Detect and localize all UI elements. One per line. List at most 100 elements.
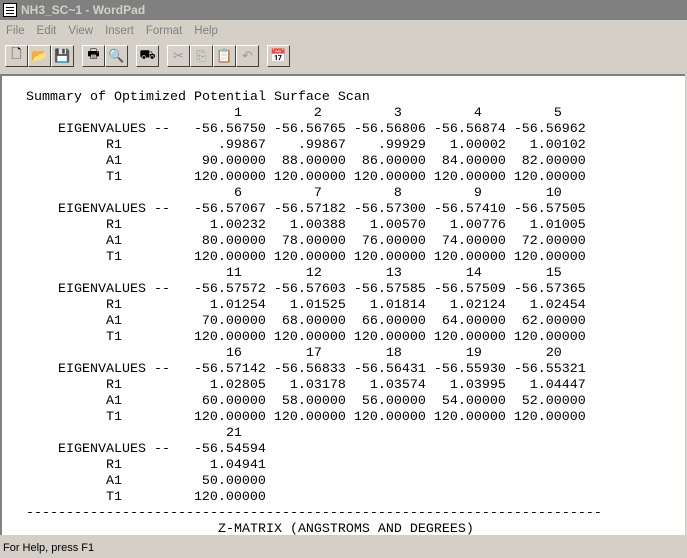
r1-label: R1 [26,218,122,233]
eigenvalue: -56.57182 [273,202,346,217]
r1-value: .99929 [377,138,426,153]
a1-value: 52.00000 [521,394,586,409]
summary-heading: Summary of Optimized Potential Surface S… [26,90,370,105]
a1-value: 82.00000 [521,154,586,169]
paste-button[interactable]: 📋 [213,45,236,67]
copy-button[interactable]: ⎘ [190,45,213,67]
eigenvalue: -56.57509 [433,282,506,297]
a1-row: A1 50.00000 [26,474,602,490]
cut-icon: ✂ [173,48,184,63]
r1-label: R1 [26,298,122,313]
zmatrix-heading: Z-MATRIX (ANGSTROMS AND DEGREES) [26,522,474,535]
menu-file[interactable]: File [0,25,31,37]
menu-view[interactable]: View [62,25,99,37]
eigenvalue: -56.57410 [433,202,506,217]
a1-row: A1 80.00000 78.00000 76.00000 74.00000 72.000… [26,234,602,250]
r1-value: 1.02454 [529,298,586,313]
t1-value: 120.00000 [353,170,426,185]
a1-row: A1 70.00000 68.00000 66.00000 64.00000 62.000… [26,314,602,330]
r1-row: R1 1.01254 1.01525 1.01814 1.02124 1.02454 [26,298,602,314]
date-time-button[interactable]: 📅 [267,45,290,67]
a1-value: 58.00000 [281,394,346,409]
t1-value: 120.00000 [273,250,346,265]
menu-help[interactable]: Help [188,25,224,37]
scan-point-index: 18 [385,346,402,361]
scan-point-index: 16 [225,346,242,361]
cut-button[interactable]: ✂ [167,45,190,67]
wordpad-app-icon[interactable] [3,3,17,17]
scan-point-index: 20 [545,346,562,361]
find-icon: ⛟ [139,47,156,62]
scan-point-index: 17 [305,346,322,361]
a1-value: 68.00000 [281,314,346,329]
r1-value: 1.03178 [289,378,346,393]
print-button[interactable]: 🖶 [82,45,105,67]
print-preview-button[interactable]: 🔍 [105,45,128,67]
r1-value: 1.04447 [529,378,586,393]
t1-value: 120.00000 [273,410,346,425]
a1-label: A1 [26,314,122,329]
eigenvalue: -56.56806 [353,122,426,137]
scan-point-index: 19 [465,346,482,361]
r1-value: 1.03574 [369,378,426,393]
open-button[interactable]: 📂 [28,45,51,67]
a1-label: A1 [26,154,122,169]
t1-value: 120.00000 [513,330,586,345]
new-button[interactable]: 🗋 [5,45,28,67]
eigenvalues-label: EIGENVALUES -- [26,282,170,297]
scan-point-index: 10 [545,186,562,201]
t1-value: 120.00000 [513,250,586,265]
t1-value: 120.00000 [353,330,426,345]
a1-row: A1 60.00000 58.00000 56.00000 54.00000 52.000… [26,394,602,410]
eigenvalue: -56.56431 [353,362,426,377]
index-row: 11 12 13 14 15 [26,266,602,282]
menu-edit[interactable]: Edit [31,25,63,37]
r1-value: 1.00002 [449,138,506,153]
document-area[interactable]: Summary of Optimized Potential Surface S… [0,74,685,535]
scan-point-index: 9 [473,186,482,201]
t1-value: 120.00000 [193,330,266,345]
menu-insert[interactable]: Insert [99,25,140,37]
r1-row: R1 1.04941 [26,458,602,474]
eigenvalues-label: EIGENVALUES -- [26,362,170,377]
a1-label: A1 [26,474,122,489]
find-button[interactable]: ⛟ [136,45,159,67]
a1-value: 86.00000 [361,154,426,169]
a1-value: 70.00000 [201,314,266,329]
paste-icon: 📋 [216,48,233,63]
r1-value: 1.02805 [209,378,266,393]
menu-format[interactable]: Format [140,25,188,37]
scan-point-index: 7 [313,186,322,201]
status-text: For Help, press F1 [3,542,95,554]
r1-label: R1 [26,138,122,153]
divider-line: ----------------------------------------… [26,506,602,521]
eigenvalue: -56.56765 [273,122,346,137]
r1-value: 1.03995 [449,378,506,393]
t1-value: 120.00000 [193,250,266,265]
eigenvalue: -56.57572 [193,282,266,297]
eigenvalues-row: EIGENVALUES -- -56.57067 -56.57182 -56.5730… [26,202,602,218]
toolbar: 🗋 📂 💾 🖶 🔍 ⛟ ✂ ⎘ 📋 ↶ 📅 [5,43,290,69]
a1-value: 90.00000 [201,154,266,169]
index-row: 1 2 3 4 5 [26,106,602,122]
undo-icon: ↶ [242,48,253,63]
label-spacer [26,346,186,362]
r1-value: .99867 [297,138,346,153]
undo-button[interactable]: ↶ [236,45,259,67]
scan-point-index: 12 [305,266,322,281]
a1-value: 64.00000 [441,314,506,329]
r1-value: 1.00232 [209,218,266,233]
scan-point-index: 13 [385,266,402,281]
eigenvalues-row: EIGENVALUES -- -56.57142 -56.56833 -56.5643… [26,362,602,378]
eigenvalues-label: EIGENVALUES -- [26,122,170,137]
eigenvalue: -56.57585 [353,282,426,297]
save-button[interactable]: 💾 [51,45,74,67]
r1-value: 1.00102 [529,138,586,153]
t1-row: T1 120.00000 120.00000 120.00000 120.00000 12… [26,170,602,186]
a1-value: 60.00000 [201,394,266,409]
t1-value: 120.00000 [433,330,506,345]
scan-point-index: 6 [233,186,242,201]
t1-row: T1 120.00000 [26,490,602,506]
r1-value: 1.00776 [449,218,506,233]
eigenvalue: -56.56962 [513,122,586,137]
